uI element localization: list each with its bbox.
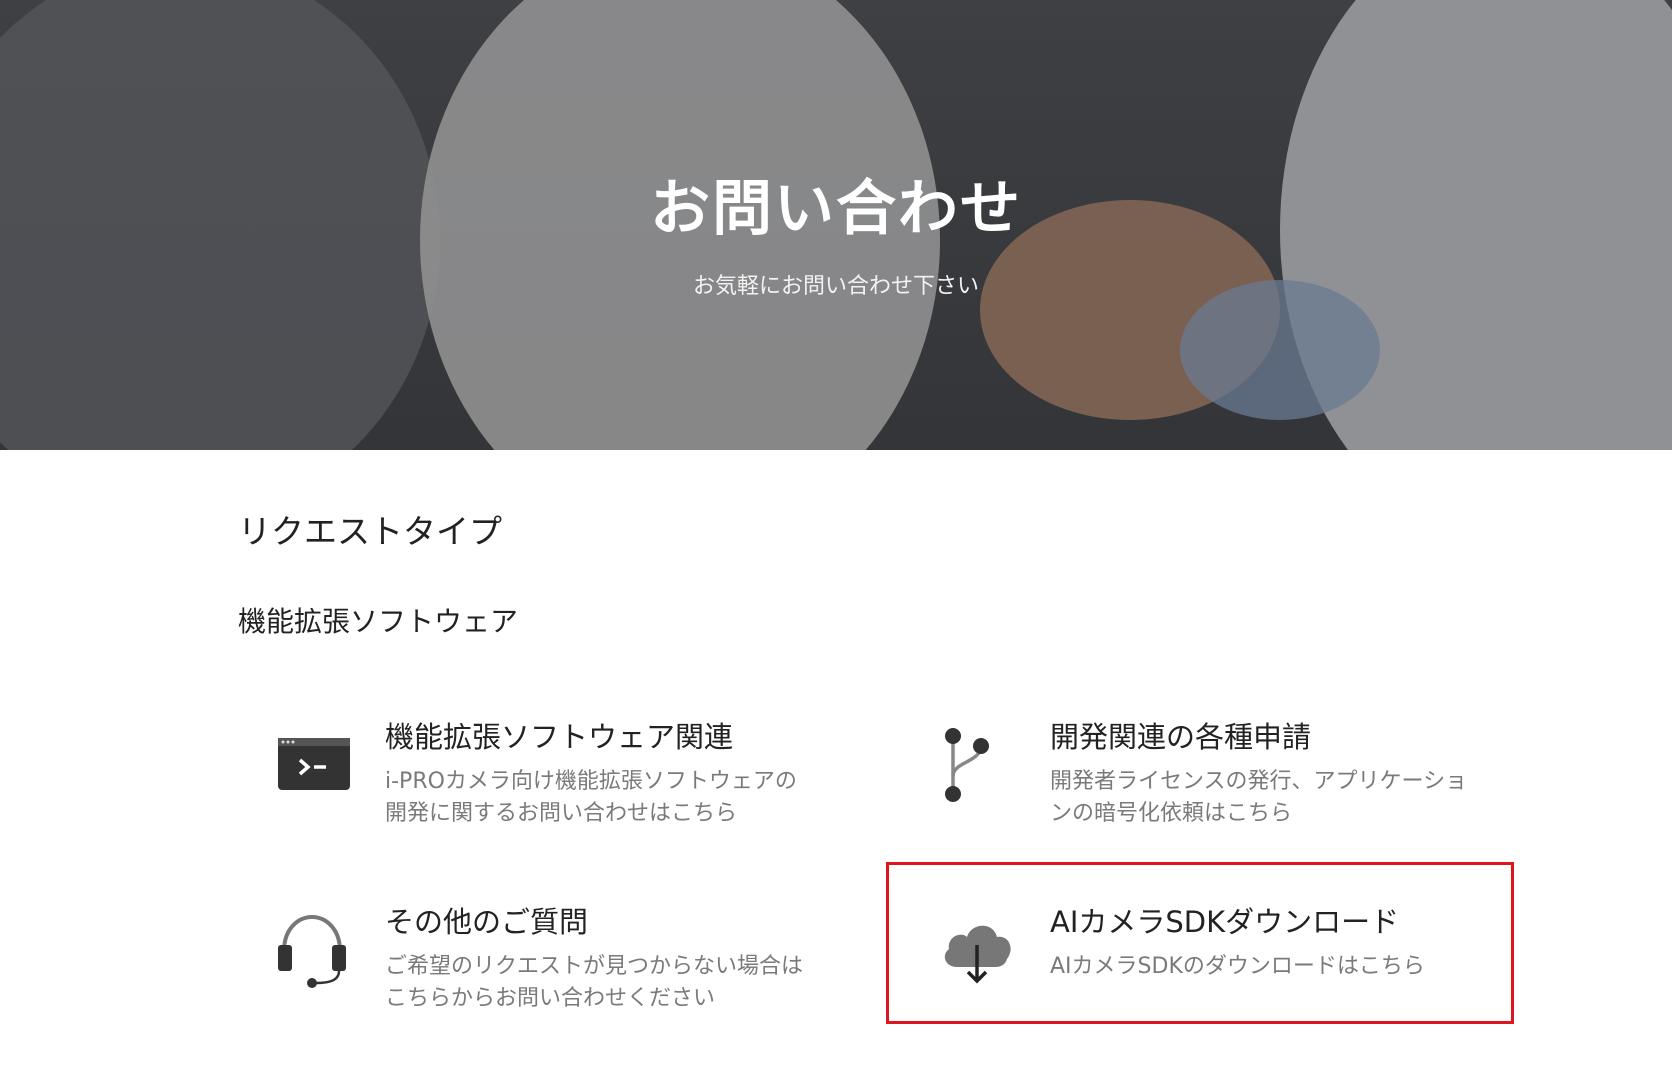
card-development-applications[interactable]: 開発関連の各種申請 開発者ライセンスの発行、アプリケーショ ンの暗号化依頼はこち… [905, 700, 1505, 860]
section-title: リクエストタイプ [238, 512, 502, 551]
headset-icon [272, 909, 352, 989]
card-title: 機能拡張ソフトウェア関連 [385, 720, 734, 754]
page-title: お問い合わせ [650, 174, 1022, 244]
cloud-download-icon [937, 909, 1017, 989]
branch-icon [937, 724, 1017, 804]
card-ai-camera-sdk-download[interactable]: AIカメラSDKダウンロード AIカメラSDKのダウンロードはこちら [905, 885, 1505, 1045]
card-description: 開発者ライセンスの発行、アプリケーショ ンの暗号化依頼はこちら [1050, 769, 1468, 826]
terminal-icon [272, 724, 352, 804]
card-description: i-PROカメラ向け機能拡張ソフトウェアの 開発に関するお問い合わせはこちら [385, 769, 797, 826]
section-subtitle: 機能拡張ソフトウェア [238, 605, 519, 638]
card-title: その他のご質問 [385, 905, 589, 939]
card-description: ご希望のリクエストが見つからない場合は こちらからお問い合わせください [385, 954, 804, 1011]
page-subtitle: お気軽にお問い合わせ下さい [692, 274, 979, 299]
hero-banner: お問い合わせ お気軽にお問い合わせ下さい [0, 0, 1672, 450]
card-description: AIカメラSDKのダウンロードはこちら [1050, 954, 1425, 979]
card-title: 開発関連の各種申請 [1050, 720, 1312, 754]
card-extension-software[interactable]: 機能拡張ソフトウェア関連 i-PROカメラ向け機能拡張ソフトウェアの 開発に関す… [240, 700, 840, 860]
card-other-questions[interactable]: その他のご質問 ご希望のリクエストが見つからない場合は こちらからお問い合わせく… [240, 885, 840, 1045]
card-title: AIカメラSDKダウンロード [1050, 905, 1400, 939]
